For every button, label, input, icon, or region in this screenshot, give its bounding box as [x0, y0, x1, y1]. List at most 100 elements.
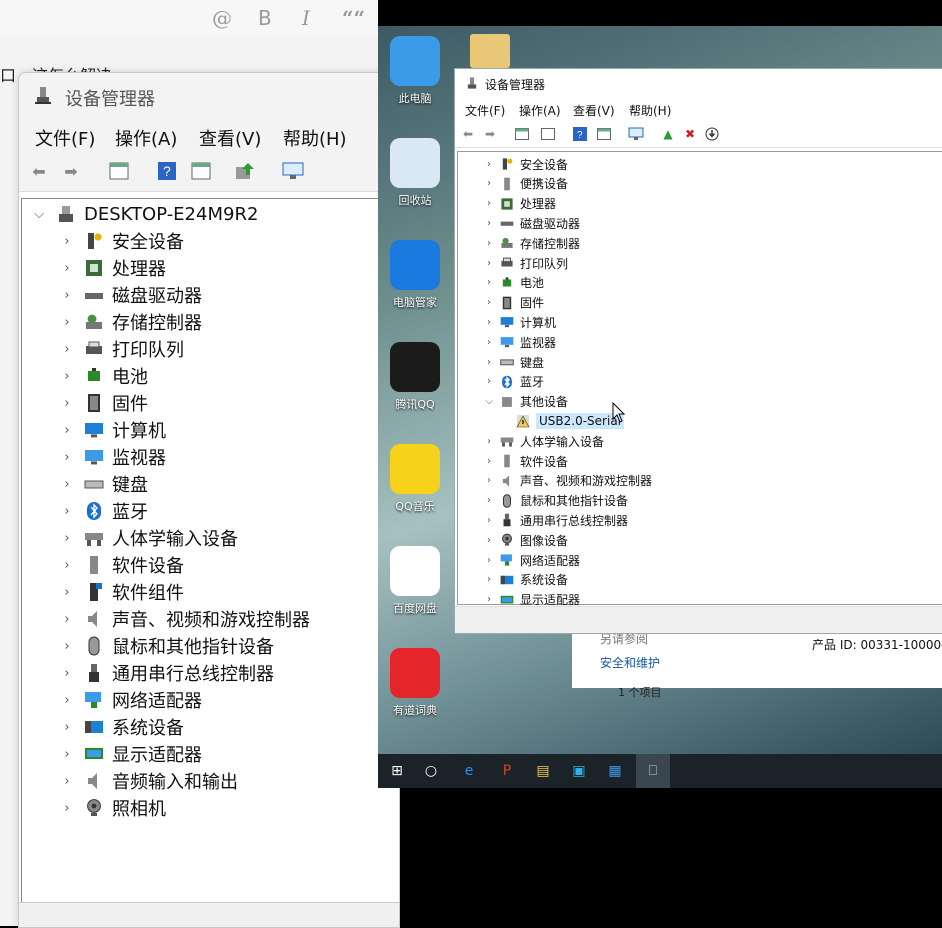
chevron-down-icon[interactable]: ⌵ [484, 396, 494, 407]
scan-hardware-icon[interactable] [281, 159, 305, 183]
chevron-right-icon[interactable]: › [484, 535, 494, 546]
chevron-right-icon[interactable]: › [484, 238, 494, 249]
desktop-shortcut[interactable]: 此电脑 [378, 36, 452, 106]
tree-item[interactable]: › 音频输入和输出 [60, 768, 238, 794]
chevron-right-icon[interactable]: › [484, 475, 494, 486]
edge-icon[interactable]: e [458, 760, 480, 782]
tree-item[interactable]: › 软件设备 [60, 552, 184, 578]
view-icon[interactable] [539, 125, 557, 143]
tree-item[interactable]: › 人体学输入设备 [60, 525, 238, 551]
chevron-right-icon[interactable]: › [60, 585, 74, 600]
menu-action[interactable]: 操作(A) [115, 125, 177, 151]
chevron-right-icon[interactable]: › [484, 178, 494, 189]
back-icon[interactable]: ⬅ [27, 159, 51, 183]
tree-item[interactable]: › 键盘 [484, 352, 544, 372]
quote-icon[interactable]: ““ [342, 6, 365, 30]
file-explorer-icon[interactable]: ▤ [532, 760, 554, 782]
tree-item[interactable]: › 网络适配器 [484, 550, 580, 570]
tree-item[interactable]: › 网络适配器 [60, 687, 202, 713]
menu-action[interactable]: 操作(A) [519, 102, 561, 119]
tree-item[interactable]: › 磁盘驱动器 [60, 282, 202, 308]
chevron-right-icon[interactable]: › [60, 369, 74, 384]
menu-view[interactable]: 查看(V) [573, 102, 615, 119]
desktop-shortcut[interactable]: 回收站 [378, 138, 452, 208]
chevron-right-icon[interactable]: › [60, 423, 74, 438]
bold-icon[interactable]: B [258, 6, 272, 30]
tree-item[interactable]: › 电池 [484, 273, 544, 293]
chevron-right-icon[interactable]: › [60, 612, 74, 627]
tree-item[interactable]: › 存储控制器 [60, 309, 202, 335]
chevron-right-icon[interactable]: › [60, 477, 74, 492]
italic-icon[interactable]: I [302, 6, 310, 30]
security-maintenance-link[interactable]: 安全和维护 [600, 654, 660, 671]
uninstall-icon[interactable]: ✖ [681, 125, 699, 143]
chevron-right-icon[interactable]: › [60, 747, 74, 762]
chevron-right-icon[interactable]: › [60, 315, 74, 330]
tree-item[interactable]: › 蓝牙 [60, 498, 148, 524]
tree-item[interactable]: › 显示适配器 [60, 741, 202, 767]
desktop-shortcut[interactable]: 电脑管家 [378, 240, 452, 310]
tree-item[interactable]: › 存储控制器 [484, 233, 580, 253]
scan-hardware-icon[interactable] [627, 125, 645, 143]
tree-item[interactable]: › 鼠标和其他指针设备 [484, 491, 628, 511]
start-icon[interactable]: ⊞ [386, 760, 408, 782]
tree-item[interactable]: › 声音、视频和游戏控制器 [60, 606, 310, 632]
chevron-right-icon[interactable]: › [484, 357, 494, 368]
chevron-right-icon[interactable]: › [484, 317, 494, 328]
tree-item[interactable]: › 系统设备 [484, 570, 568, 590]
desktop-shortcut[interactable]: 腾讯QQ [378, 342, 452, 412]
tree-root[interactable]: ⌵ DESKTOP-E24M9R2 [32, 201, 258, 227]
menu-help[interactable]: 帮助(H) [283, 125, 347, 151]
chevron-right-icon[interactable]: › [60, 342, 74, 357]
app-icon[interactable]: ▣ [568, 760, 590, 782]
chevron-right-icon[interactable]: › [484, 258, 494, 269]
chevron-right-icon[interactable]: › [60, 261, 74, 276]
tree-item[interactable]: › 系统设备 [60, 714, 184, 740]
help-icon[interactable]: ? [571, 125, 589, 143]
chevron-right-icon[interactable]: › [484, 574, 494, 585]
tree-item[interactable]: › 打印队列 [484, 253, 568, 273]
chevron-right-icon[interactable]: › [60, 801, 74, 816]
view-icon[interactable] [189, 159, 213, 183]
chevron-right-icon[interactable]: › [484, 337, 494, 348]
desktop-shortcut[interactable]: 百度网盘 [378, 546, 452, 616]
tree-item[interactable]: ⌵ 其他设备 [484, 392, 568, 412]
tree-item[interactable]: › 图像设备 [484, 530, 568, 550]
chevron-down-icon[interactable]: ⌵ [32, 207, 46, 222]
usb-serial-device[interactable]: USB2.0-Serial [516, 411, 625, 431]
chevron-right-icon[interactable]: › [484, 159, 494, 170]
chevron-right-icon[interactable]: › [484, 218, 494, 229]
chevron-right-icon[interactable]: › [60, 504, 74, 519]
update-driver-icon[interactable]: ▲ [659, 125, 677, 143]
tree-item[interactable]: › 鼠标和其他指针设备 [60, 633, 274, 659]
tree-item[interactable]: › 电池 [60, 363, 148, 389]
forward-icon[interactable]: ➡ [481, 125, 499, 143]
desktop-shortcut[interactable]: QQ音乐 [378, 444, 452, 514]
mention-icon[interactable]: @ [212, 6, 232, 30]
tree-item[interactable]: › 蓝牙 [484, 372, 544, 392]
remote-icon[interactable]: ▦ [604, 760, 626, 782]
chevron-right-icon[interactable]: › [60, 558, 74, 573]
chevron-right-icon[interactable]: › [60, 774, 74, 789]
menu-file[interactable]: 文件(F) [465, 102, 505, 119]
tree-item[interactable]: › 磁盘驱动器 [484, 213, 580, 233]
tree-item[interactable]: › 安全设备 [60, 228, 184, 254]
help-icon[interactable]: ? [155, 159, 179, 183]
tree-item[interactable]: › 监视器 [60, 444, 166, 470]
chevron-right-icon[interactable]: › [60, 639, 74, 654]
cortana-icon[interactable]: ○ [420, 760, 442, 782]
properties-icon[interactable] [107, 159, 131, 183]
tree-item[interactable]: › 通用串行总线控制器 [60, 660, 274, 686]
tree-item[interactable]: › 键盘 [60, 471, 148, 497]
tree-item[interactable]: › 软件组件 [60, 579, 184, 605]
back-icon[interactable]: ⬅ [459, 125, 477, 143]
tree-item[interactable]: › 便携设备 [484, 174, 568, 194]
device-manager-icon[interactable]: ⎕ [642, 760, 664, 782]
tree-item[interactable]: › 固件 [484, 293, 544, 313]
chevron-right-icon[interactable]: › [60, 531, 74, 546]
tree-item[interactable]: › 计算机 [60, 417, 166, 443]
menu-file[interactable]: 文件(F) [35, 125, 95, 151]
chevron-right-icon[interactable]: › [484, 277, 494, 288]
view2-icon[interactable] [595, 125, 613, 143]
tree-item[interactable]: › 监视器 [484, 332, 556, 352]
